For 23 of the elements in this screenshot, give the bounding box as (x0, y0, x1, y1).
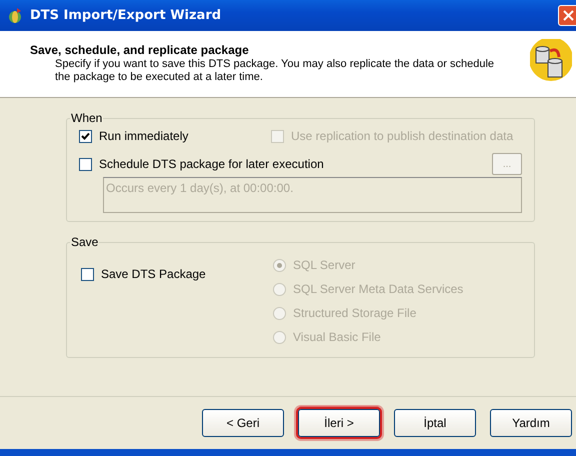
window-title: DTS Import/Export Wizard (30, 8, 222, 23)
close-button[interactable] (558, 5, 576, 26)
wizard-button[interactable]: Yardım (490, 409, 572, 437)
radio-label: SQL Server Meta Data Services (293, 282, 464, 296)
radio-label: Visual Basic File (293, 330, 381, 344)
wizard-button[interactable]: < Geri (202, 409, 284, 437)
group-legend: When (70, 111, 104, 125)
checkbox-label: Save DTS Package (101, 267, 206, 281)
radio-label: Structured Storage File (293, 306, 416, 320)
checkbox[interactable] (79, 158, 92, 170)
checkbox[interactable] (79, 130, 92, 142)
radio-label: SQL Server (293, 258, 356, 272)
wizard-button[interactable]: İleri > (298, 409, 380, 437)
checkbox-label: Schedule DTS package for later execution (99, 157, 324, 171)
checkbox-label: Use replication to publish destination data (291, 129, 514, 143)
page-title: Save, schedule, and replicate package (30, 43, 250, 57)
close-icon (563, 10, 574, 21)
group-legend: Save (70, 235, 100, 249)
page-description: Specify if you want to save this DTS package. You may also replicate the data or schedule the package to be executed at a later time. (55, 58, 496, 84)
checkbox-label: Run immediately (99, 129, 188, 143)
wizard-button[interactable]: İptal (394, 409, 476, 437)
app-icon (6, 6, 24, 24)
checkbox[interactable] (81, 268, 94, 280)
